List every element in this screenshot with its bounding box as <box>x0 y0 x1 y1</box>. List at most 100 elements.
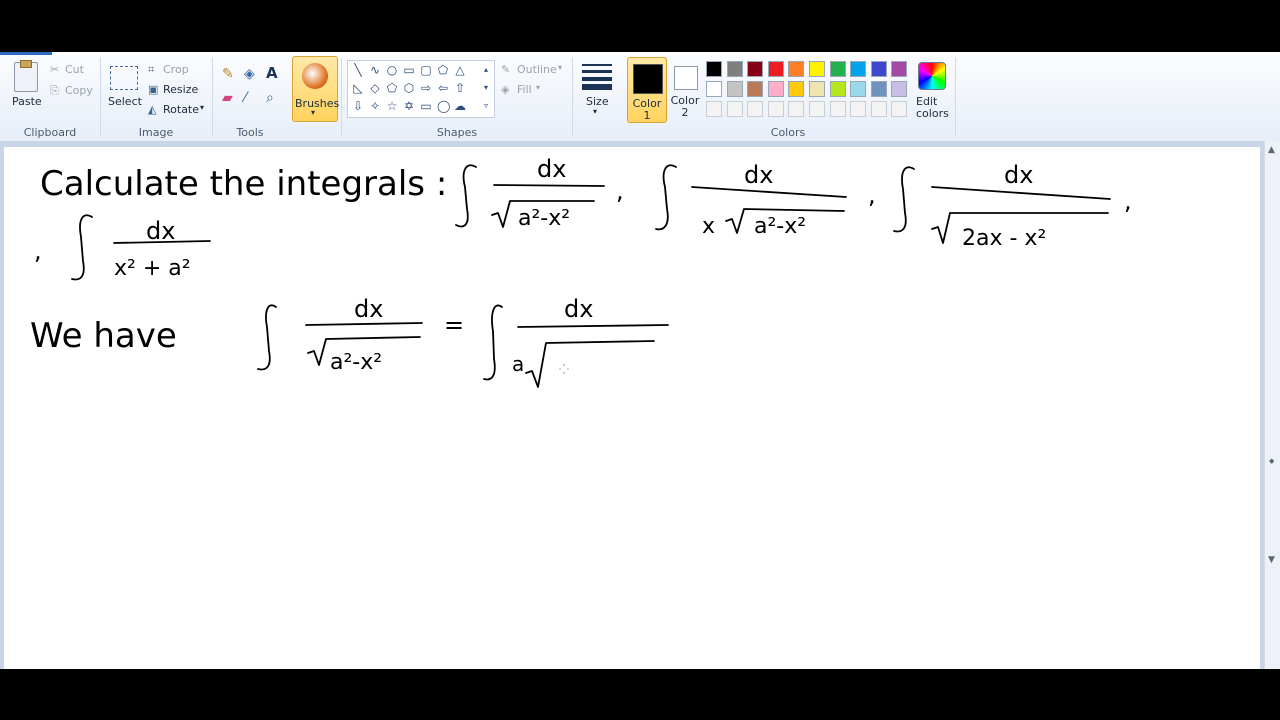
callout-oval-shape-icon[interactable]: ◯ <box>437 100 450 112</box>
select-button[interactable]: Select <box>108 95 142 108</box>
fill-button[interactable]: Fill <box>517 83 532 96</box>
empty-custom-swatch[interactable] <box>891 101 908 117</box>
color-picker-icon[interactable]: ⁄ <box>244 90 246 106</box>
five-point-star-shape-icon[interactable]: ☆ <box>386 100 398 112</box>
callout-rectangle-shape-icon[interactable]: ▭ <box>420 100 432 112</box>
rotate-button[interactable]: Rotate <box>163 103 199 116</box>
callout-cloud-shape-icon[interactable]: ☁ <box>454 100 466 112</box>
tools-group-label: Tools <box>236 126 264 139</box>
fill-icon[interactable]: ◈ <box>501 83 509 96</box>
palette-swatch[interactable] <box>767 61 784 77</box>
paste-button[interactable]: Paste <box>12 95 42 108</box>
palette-swatch[interactable] <box>870 81 887 97</box>
palette-swatch[interactable] <box>706 81 722 97</box>
copy-button[interactable]: Copy <box>65 84 93 97</box>
empty-custom-swatch[interactable] <box>829 101 846 117</box>
eraser-icon[interactable]: ▰ <box>222 90 233 106</box>
crop-button[interactable]: Crop <box>163 63 189 76</box>
cut-button[interactable]: Cut <box>65 63 84 76</box>
select-icon[interactable] <box>110 66 138 90</box>
edit-colors-label-line2[interactable]: colors <box>916 107 949 120</box>
scroll-grip-icon[interactable]: ◆ <box>1269 457 1274 465</box>
fill-bucket-icon[interactable]: ◈ <box>244 66 255 82</box>
integral-sign <box>893 166 915 233</box>
size-icon[interactable] <box>582 62 612 90</box>
image-group: Select ⌗ Crop ▣ Resize ◭ Rotate ▾ Image <box>100 52 212 141</box>
palette-swatch[interactable] <box>870 61 887 77</box>
palette-swatch[interactable] <box>788 61 805 77</box>
oval-shape-icon[interactable]: ○ <box>386 64 398 76</box>
palette-swatch[interactable] <box>767 81 784 97</box>
line-shape-icon[interactable]: ╲ <box>352 64 364 76</box>
up-arrow-shape-icon[interactable]: ⇧ <box>454 82 466 94</box>
empty-custom-swatch[interactable] <box>788 101 805 117</box>
right-triangle-shape-icon[interactable]: ◺ <box>352 82 364 94</box>
four-point-star-shape-icon[interactable]: ✧ <box>369 100 381 112</box>
shapes-scroll-up-icon[interactable]: ▴ <box>480 64 492 76</box>
pencil-icon[interactable]: ✎ <box>222 66 234 82</box>
scroll-up-icon[interactable]: ▲ <box>1268 145 1275 155</box>
shapes-scroll-down-icon[interactable]: ▾ <box>480 82 492 94</box>
six-point-star-shape-icon[interactable]: ✡ <box>403 100 415 112</box>
left-arrow-shape-icon[interactable]: ⇦ <box>437 82 449 94</box>
down-arrow-shape-icon[interactable]: ⇩ <box>352 100 364 112</box>
cut-icon[interactable]: ✂ <box>50 63 59 76</box>
drawing-canvas[interactable]: Calculate the integrals : dx a²-x² , dx … <box>4 147 1260 669</box>
palette-swatch[interactable] <box>829 81 846 97</box>
palette-swatch[interactable] <box>726 61 743 77</box>
palette-swatch[interactable] <box>891 61 908 77</box>
hexagon-shape-icon[interactable]: ⬡ <box>403 82 415 94</box>
palette-swatch[interactable] <box>809 81 825 97</box>
triangle-shape-icon[interactable]: △ <box>454 64 466 76</box>
size-button[interactable]: Size <box>586 95 609 108</box>
copy-icon[interactable]: ⎘ <box>50 84 59 98</box>
resize-button[interactable]: Resize <box>163 83 198 96</box>
text-tool-icon[interactable]: A <box>266 64 278 82</box>
palette-swatch[interactable] <box>747 81 764 97</box>
rounded-rectangle-shape-icon[interactable]: ▢ <box>420 64 432 76</box>
palette-swatch[interactable] <box>788 81 805 97</box>
empty-custom-swatch[interactable] <box>726 101 743 117</box>
color2-swatch[interactable] <box>674 66 698 90</box>
resize-icon[interactable]: ▣ <box>148 83 158 96</box>
palette-swatch[interactable] <box>726 81 743 97</box>
empty-custom-swatch[interactable] <box>747 101 764 117</box>
palette-swatch[interactable] <box>829 61 846 77</box>
shapes-gallery[interactable]: ╲ ∿ ○ ▭ ▢ ⬠ △ ◺ ◇ ⬠ ⬡ ⇨ ⇦ ⇧ ⇩ ✧ ☆ ✡ ▭ ◯ … <box>347 60 495 118</box>
magnifier-icon[interactable]: ⌕ <box>266 90 274 106</box>
rotate-icon[interactable]: ◭ <box>148 103 156 116</box>
scroll-down-icon[interactable]: ▼ <box>1268 555 1275 565</box>
size-dropdown-icon[interactable]: ▾ <box>593 107 597 116</box>
polygon-shape-icon[interactable]: ⬠ <box>437 64 449 76</box>
palette-swatch[interactable] <box>850 61 867 77</box>
palette-swatch[interactable] <box>706 61 722 77</box>
rectangle-shape-icon[interactable]: ▭ <box>403 64 415 76</box>
outline-button[interactable]: Outline <box>517 63 557 76</box>
paste-icon[interactable] <box>14 60 38 92</box>
fill-dropdown-icon[interactable]: ▾ <box>536 83 540 92</box>
curve-shape-icon[interactable]: ∿ <box>369 64 381 76</box>
vertical-scrollbar[interactable]: ▲ ◆ ▼ <box>1264 141 1280 669</box>
empty-custom-swatch[interactable] <box>850 101 867 117</box>
right-arrow-shape-icon[interactable]: ⇨ <box>420 82 432 94</box>
empty-custom-swatch[interactable] <box>809 101 825 117</box>
palette-swatch[interactable] <box>891 81 908 97</box>
diamond-shape-icon[interactable]: ◇ <box>369 82 381 94</box>
pentagon-shape-icon[interactable]: ⬠ <box>386 82 398 94</box>
palette-swatch[interactable] <box>850 81 867 97</box>
color1-button[interactable]: Color 1 <box>627 57 667 123</box>
empty-custom-swatch[interactable] <box>706 101 722 117</box>
brushes-button[interactable]: Brushes ▾ <box>292 56 339 122</box>
rotate-dropdown-icon[interactable]: ▾ <box>200 103 204 112</box>
palette-swatch[interactable] <box>809 61 825 77</box>
edit-colors-icon[interactable] <box>918 62 946 90</box>
shapes-more-icon[interactable]: ▿ <box>480 100 492 112</box>
fraction-numerator: dx <box>146 217 175 245</box>
outline-dropdown-icon[interactable]: ▾ <box>558 63 562 72</box>
empty-custom-swatch[interactable] <box>767 101 784 117</box>
color2-label[interactable]: Color 2 <box>670 95 700 119</box>
outline-icon[interactable]: ✎ <box>501 63 510 76</box>
palette-swatch[interactable] <box>747 61 764 77</box>
crop-icon[interactable]: ⌗ <box>148 63 154 77</box>
empty-custom-swatch[interactable] <box>870 101 887 117</box>
